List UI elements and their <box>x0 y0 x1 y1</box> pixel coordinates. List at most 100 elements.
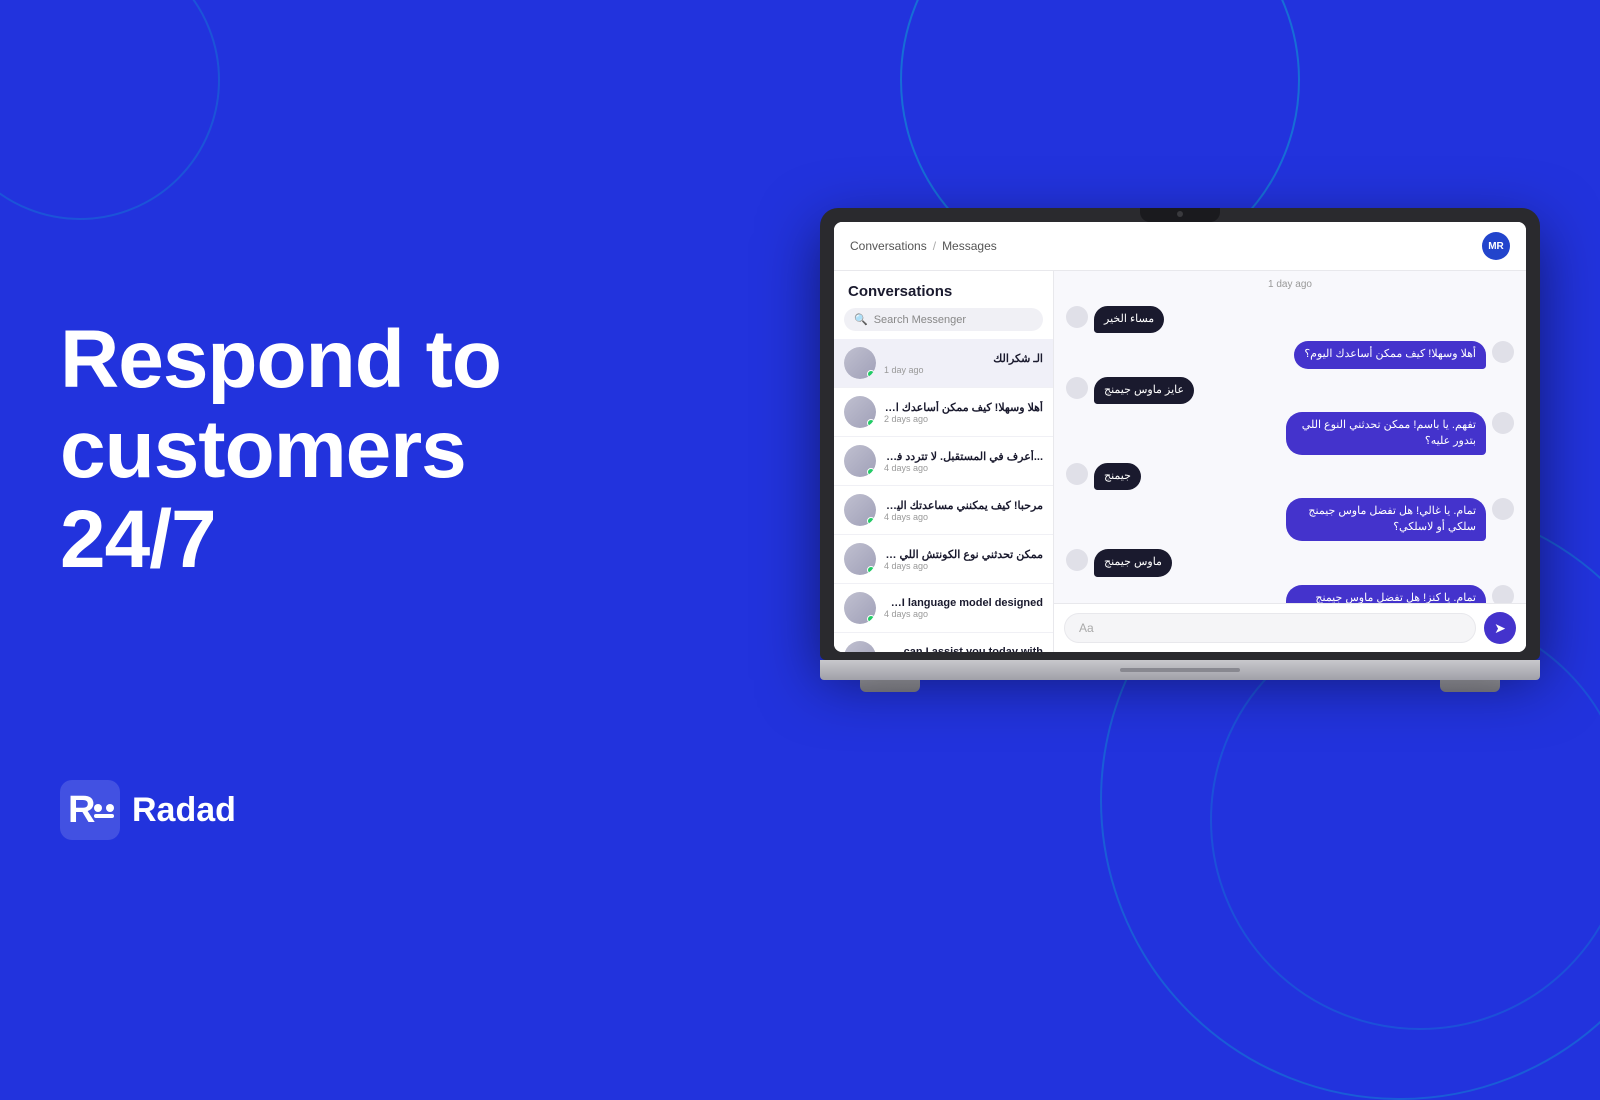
chat-input-area: Aa ➤ <box>1054 603 1526 652</box>
chat-panel: 1 day ago مساء الخير أهلا وسهلا! كيف ممكن… <box>1054 271 1526 652</box>
message-avatar <box>1492 341 1514 363</box>
conv-name: مرحبا! كيف يمكنني مساعدتك اليوم؟ <box>884 499 1043 512</box>
message-bubble: تمام. يا غالي! هل تفضل ماوس جيمنج سلكي أ… <box>1286 498 1486 541</box>
breadcrumb: Conversations / Messages <box>850 239 997 253</box>
laptop-feet <box>820 680 1540 692</box>
conversation-item[interactable]: الـ شكرالك 1 day ago <box>834 339 1053 388</box>
conversation-item[interactable]: مرحبا! كيف يمكنني مساعدتك اليوم؟ 4 days … <box>834 486 1053 535</box>
message-row: تمام. يا غالي! هل تفضل ماوس جيمنج سلكي أ… <box>1066 498 1514 541</box>
app-container: Conversations / Messages MR Conversation… <box>834 222 1526 652</box>
message-row: مساء الخير <box>1066 306 1514 333</box>
online-badge <box>867 566 875 574</box>
conv-name: الـ شكرالك <box>884 352 1043 365</box>
conv-avatar <box>844 543 876 575</box>
conv-time: 2 days ago <box>884 414 1043 424</box>
online-badge <box>867 517 875 525</box>
laptop-notch <box>1140 208 1220 222</box>
message-row: تمام. يا كنز! هل تفضل ماوس جيمنج سلكي أو… <box>1066 585 1514 603</box>
conv-avatar <box>844 494 876 526</box>
chat-messages: مساء الخير أهلا وسهلا! كيف ممكن أساعدك ال… <box>1054 298 1526 603</box>
conv-avatar <box>844 396 876 428</box>
message-row: عايز ماوس جيمنج <box>1066 377 1514 404</box>
conversation-item[interactable]: I'm an AI language model designed ... 4 … <box>834 584 1053 633</box>
conversations-panel: Conversations 🔍 Search Messenger الـ شكر… <box>834 271 1054 652</box>
conversation-item[interactable]: ...أعرف في المستقبل. لا تتردد في الاتصال… <box>834 437 1053 486</box>
conversation-item[interactable]: ممكن تحدثني نوع الكونتش اللي بدور عليه 4… <box>834 535 1053 584</box>
laptop-camera <box>1177 211 1183 217</box>
message-bubble: مساء الخير <box>1094 306 1164 333</box>
laptop-foot-right <box>1440 680 1500 692</box>
send-icon: ➤ <box>1494 620 1506 637</box>
laptop-screen: Conversations / Messages MR Conversation… <box>834 222 1526 652</box>
conv-time: 4 days ago <box>884 609 1043 619</box>
hero-line2: customers 24/7 <box>60 404 466 585</box>
radad-logo-icon: R <box>60 780 120 840</box>
user-avatar[interactable]: MR <box>1482 232 1510 260</box>
message-avatar <box>1066 549 1088 571</box>
online-badge <box>867 615 875 623</box>
search-icon: 🔍 <box>854 313 868 326</box>
conv-name: I'm an AI language model designed ... <box>884 597 1043 609</box>
message-row: أهلا وسهلا! كيف ممكن أساعدك اليوم؟ <box>1066 341 1514 368</box>
message-bubble: عايز ماوس جيمنج <box>1094 377 1194 404</box>
conv-time: 4 days ago <box>884 463 1043 473</box>
message-avatar <box>1492 498 1514 520</box>
conv-name: How can I assist you today with... <box>884 646 1043 652</box>
conv-info: I'm an AI language model designed ... 4 … <box>884 597 1043 619</box>
hero-title: Respond to customers 24/7 <box>60 315 640 586</box>
message-bubble: تمام. يا كنز! هل تفضل ماوس جيمنج سلكي أو… <box>1286 585 1486 603</box>
conv-name: ممكن تحدثني نوع الكونتش اللي بدور عليه <box>884 548 1043 561</box>
app-topbar: Conversations / Messages MR <box>834 222 1526 271</box>
conv-name: ...أعرف في المستقبل. لا تتردد في الاتصال… <box>884 450 1043 463</box>
message-row: تفهم. يا باسم! ممكن تحدثني النوع اللي بت… <box>1066 412 1514 455</box>
svg-text:R: R <box>68 789 95 831</box>
laptop-base-line <box>1120 668 1240 672</box>
conversation-item[interactable]: أهلا وسهلا! كيف ممكن أساعدك اليوم؟ 2 day… <box>834 388 1053 437</box>
message-avatar <box>1066 306 1088 328</box>
conversation-item[interactable]: How can I assist you today with... 4 day… <box>834 633 1053 652</box>
chat-date: 1 day ago <box>1054 271 1526 298</box>
breadcrumb-separator: / <box>933 239 936 253</box>
message-row: ماوس جيمنج <box>1066 549 1514 576</box>
message-avatar <box>1492 412 1514 434</box>
message-row: جيمنج <box>1066 463 1514 490</box>
breadcrumb-messages[interactable]: Messages <box>942 239 997 253</box>
online-badge <box>867 468 875 476</box>
message-avatar <box>1066 463 1088 485</box>
laptop-screen-outer: Conversations / Messages MR Conversation… <box>820 208 1540 660</box>
conv-avatar <box>844 641 876 652</box>
conv-time: 1 day ago <box>884 365 1043 375</box>
search-box[interactable]: 🔍 Search Messenger <box>844 308 1043 331</box>
conv-info: الـ شكرالك 1 day ago <box>884 352 1043 375</box>
conv-time: 4 days ago <box>884 561 1043 571</box>
laptop-foot-left <box>860 680 920 692</box>
left-content-area: Respond to customers 24/7 <box>60 0 640 900</box>
conv-info: ...أعرف في المستقبل. لا تتردد في الاتصال… <box>884 450 1043 473</box>
message-bubble: جيمنج <box>1094 463 1141 490</box>
laptop-base <box>820 660 1540 680</box>
message-bubble: أهلا وسهلا! كيف ممكن أساعدك اليوم؟ <box>1294 341 1486 368</box>
conv-info: How can I assist you today with... 4 day… <box>884 646 1043 652</box>
conv-avatar <box>844 347 876 379</box>
online-badge <box>867 419 875 427</box>
search-input[interactable]: Search Messenger <box>874 314 966 326</box>
laptop-wrapper: Conversations / Messages MR Conversation… <box>820 208 1540 692</box>
conv-info: أهلا وسهلا! كيف ممكن أساعدك اليوم؟ 2 day… <box>884 401 1043 424</box>
online-badge <box>867 370 875 378</box>
message-bubble: تفهم. يا باسم! ممكن تحدثني النوع اللي بت… <box>1286 412 1486 455</box>
conv-avatar <box>844 592 876 624</box>
conversations-list: الـ شكرالك 1 day ago أهلا وسهلا! كيف ممك… <box>834 339 1053 652</box>
breadcrumb-conversations[interactable]: Conversations <box>850 239 927 253</box>
chat-input[interactable]: Aa <box>1064 613 1476 643</box>
send-button[interactable]: ➤ <box>1484 612 1516 644</box>
hero-line1: Respond to <box>60 314 501 405</box>
message-bubble: ماوس جيمنج <box>1094 549 1172 576</box>
app-main: Conversations 🔍 Search Messenger الـ شكر… <box>834 271 1526 652</box>
conv-time: 4 days ago <box>884 512 1043 522</box>
conv-avatar <box>844 445 876 477</box>
conv-info: ممكن تحدثني نوع الكونتش اللي بدور عليه 4… <box>884 548 1043 571</box>
message-avatar <box>1492 585 1514 603</box>
message-avatar <box>1066 377 1088 399</box>
logo-area: R Radad <box>60 780 236 840</box>
conversations-header: Conversations <box>834 271 1053 308</box>
